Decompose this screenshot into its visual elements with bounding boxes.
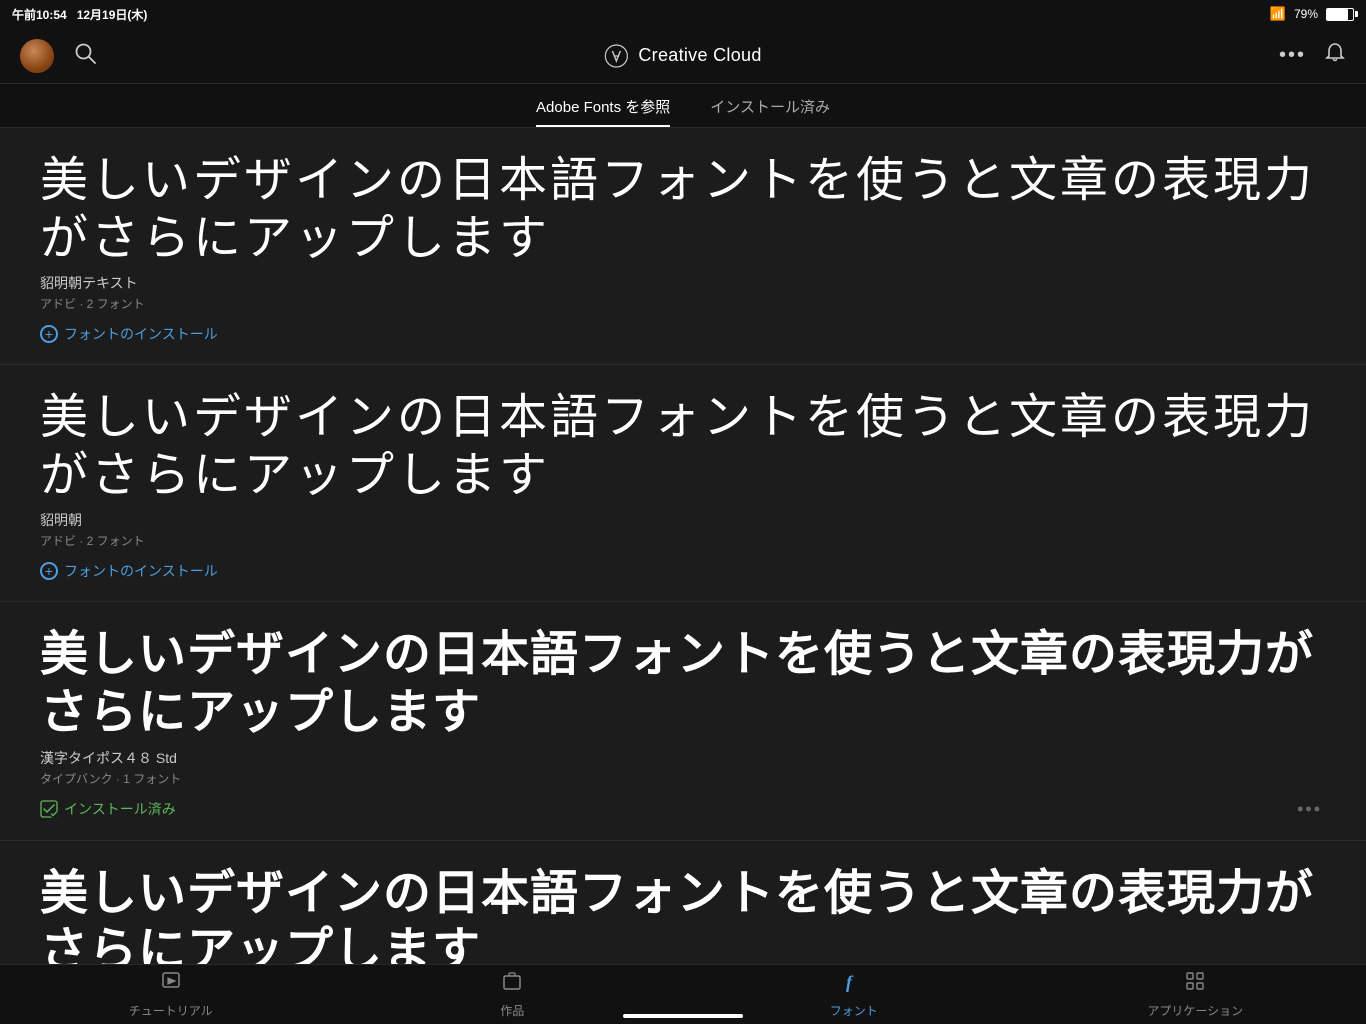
font-card-2: 美しいデザインの日本語フォントを使うと文章の表現力がさらにアップします貂明朝アド… (0, 365, 1366, 602)
tutorial-icon (160, 970, 182, 998)
nav-item-fonts[interactable]: f フォント (683, 970, 1025, 1019)
nav-item-apps[interactable]: アプリケーション (1025, 970, 1366, 1019)
font-meta: タイプバンク · 1 フォント (40, 770, 1326, 787)
nav-label-work: 作品 (500, 1002, 524, 1019)
search-icon[interactable] (74, 42, 96, 70)
font-preview-text: 美しいデザインの日本語フォントを使うと文章の表現力がさらにアップします (40, 152, 1326, 267)
font-meta: アドビ · 2 フォント (40, 295, 1326, 312)
installed-font-label: インストール済み (64, 799, 176, 819)
more-button[interactable]: ••• (1279, 44, 1306, 67)
install-font-button[interactable]: + フォントのインストール (40, 561, 218, 581)
nav-item-work[interactable]: 作品 (342, 970, 684, 1019)
status-time: 午前10:54 (12, 6, 67, 23)
font-card-1: 美しいデザインの日本語フォントを使うと文章の表現力がさらにアップします貂明朝テキ… (0, 128, 1366, 365)
battery-percent: 79% (1294, 7, 1318, 21)
font-preview-text: 美しいデザインの日本語フォントを使うと文章の表現力がさらにアップします (40, 626, 1326, 741)
work-icon (501, 970, 523, 998)
font-preview-text: 美しいデザインの日本語フォントを使うと文章の表現力がさらにアップします (40, 389, 1326, 504)
nav-label-apps: アプリケーション (1147, 1002, 1243, 1019)
header-center: Creative Cloud (604, 44, 761, 68)
avatar[interactable] (20, 39, 54, 73)
installed-row: インストール済み ••• (40, 799, 1326, 820)
avatar-image (20, 39, 54, 73)
status-date: 12月19日(木) (77, 6, 148, 23)
plus-circle-icon: + (40, 562, 58, 580)
tab-installed[interactable]: インストール済み (710, 96, 830, 127)
wifi-icon: 📶 (1270, 6, 1286, 22)
font-preview-text: 美しいデザインの日本語フォントを使うと文章の表現力がさらにアップします (40, 865, 1326, 964)
font-name: 漢字タイポス４８ Std (40, 748, 1326, 768)
install-font-label: フォントのインストール (64, 324, 218, 344)
install-font-button[interactable]: + フォントのインストール (40, 324, 218, 344)
svg-text:f: f (846, 972, 854, 992)
font-name: 貂明朝テキスト (40, 273, 1326, 293)
header-title: Creative Cloud (638, 45, 761, 66)
notification-bell-icon[interactable] (1324, 42, 1346, 70)
tabs-bar: Adobe Fonts を参照 インストール済み (0, 84, 1366, 128)
battery-fill (1327, 9, 1348, 20)
plus-circle-icon: + (40, 325, 58, 343)
installed-check-icon (40, 800, 58, 818)
installed-font-button[interactable]: インストール済み (40, 799, 176, 819)
bottom-nav: チュートリアル 作品 f フォント アプリケーション (0, 964, 1366, 1024)
tab-browse[interactable]: Adobe Fonts を参照 (536, 96, 670, 127)
status-time-date: 午前10:54 12月19日(木) (12, 6, 147, 23)
adobe-logo-icon (604, 44, 628, 68)
apps-icon (1184, 970, 1206, 998)
header: Creative Cloud ••• (0, 28, 1366, 84)
header-left (20, 39, 96, 73)
font-card-4: 美しいデザインの日本語フォントを使うと文章の表現力がさらにアップします漢字タイポ… (0, 841, 1366, 964)
nav-item-tutorial[interactable]: チュートリアル (0, 970, 342, 1019)
battery-icon (1326, 8, 1354, 21)
status-bar: 午前10:54 12月19日(木) 📶 79% (0, 0, 1366, 28)
nav-label-tutorial: チュートリアル (129, 1002, 213, 1019)
status-indicators: 📶 79% (1270, 6, 1354, 22)
font-more-button[interactable]: ••• (1297, 799, 1326, 820)
nav-label-fonts: フォント (830, 1002, 878, 1019)
font-name: 貂明朝 (40, 510, 1326, 530)
font-card-3: 美しいデザインの日本語フォントを使うと文章の表現力がさらにアップします漢字タイポ… (0, 602, 1366, 840)
header-right: ••• (1279, 42, 1346, 70)
font-meta: アドビ · 2 フォント (40, 532, 1326, 549)
install-font-label: フォントのインストール (64, 561, 218, 581)
fonts-icon: f (843, 970, 865, 998)
font-list: 美しいデザインの日本語フォントを使うと文章の表現力がさらにアップします貂明朝テキ… (0, 128, 1366, 964)
home-indicator (623, 1014, 743, 1018)
